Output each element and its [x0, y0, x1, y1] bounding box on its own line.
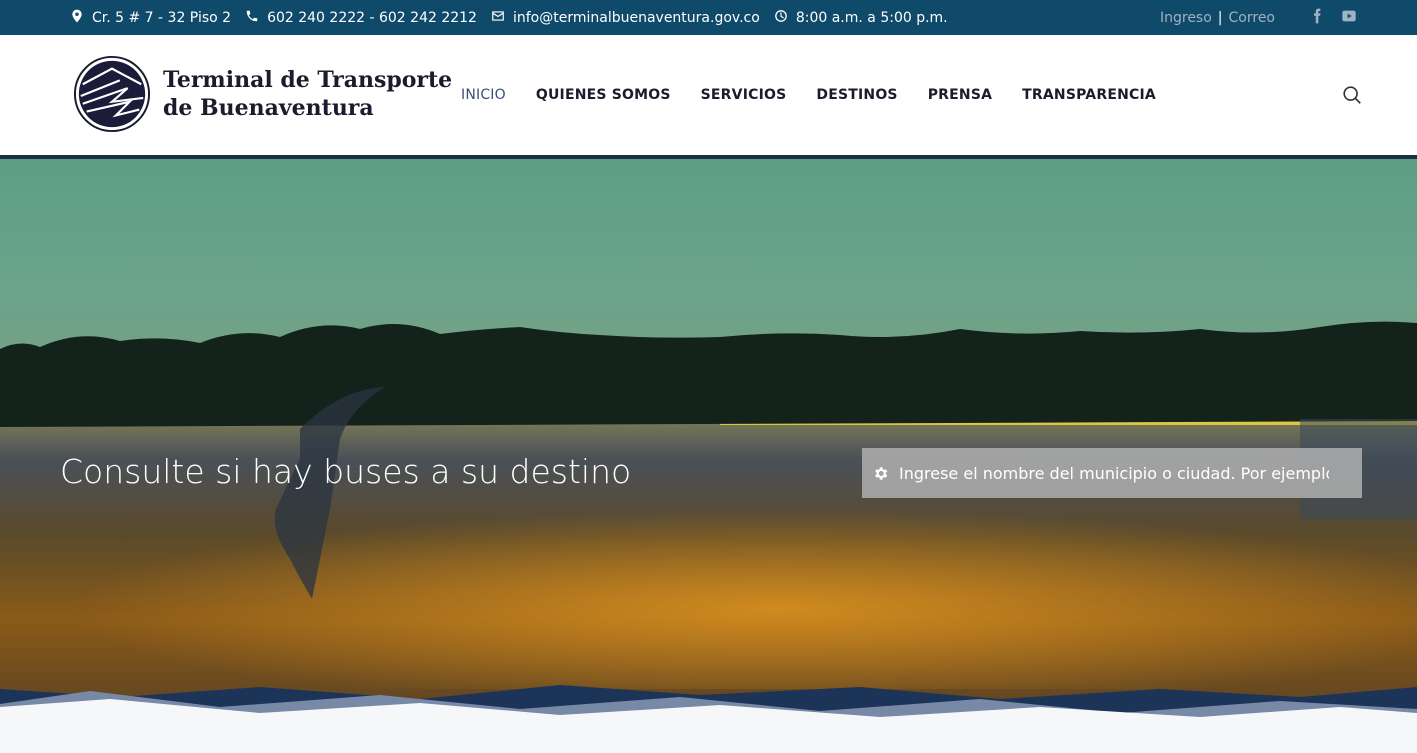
nav-item-servicios[interactable]: SERVICIOS [701, 87, 787, 103]
clock-icon [774, 9, 788, 27]
mail-link[interactable]: Correo [1229, 10, 1275, 26]
email-item[interactable]: info@terminalbuenaventura.gov.co [491, 9, 760, 27]
hero-title: Consulte si hay buses a su destino [60, 452, 632, 491]
facebook-icon[interactable] [1309, 8, 1325, 28]
envelope-icon [491, 9, 505, 27]
link-separator: | [1217, 9, 1223, 26]
main-nav: INICIO QUIENES SOMOS SERVICIOS DESTINOS … [461, 35, 1156, 155]
top-right-links: Ingreso | Correo [1160, 0, 1357, 35]
phone-text: 602 240 2222 - 602 242 2212 [267, 9, 477, 26]
hero-banner: Consulte si hay buses a su destino [0, 159, 1417, 753]
site-logo[interactable]: Terminal de Transporte de Buenaventura [73, 55, 452, 133]
hours-item: 8:00 a.m. a 5:00 p.m. [774, 9, 948, 27]
login-link[interactable]: Ingreso [1160, 10, 1212, 26]
logo-line-2: de Buenaventura [163, 95, 374, 121]
contact-info: Cr. 5 # 7 - 32 Piso 2 602 240 2222 - 602… [70, 0, 948, 35]
search-button[interactable] [1341, 84, 1363, 106]
destination-search-input[interactable] [899, 463, 1329, 483]
search-icon [1343, 86, 1361, 104]
phone-icon [245, 9, 259, 27]
social-links [1309, 8, 1357, 28]
nav-item-prensa[interactable]: PRENSA [928, 87, 992, 103]
youtube-icon[interactable] [1341, 8, 1357, 28]
nav-item-transparencia[interactable]: TRANSPARENCIA [1022, 87, 1156, 103]
destination-search-box[interactable] [862, 448, 1362, 498]
address-item: Cr. 5 # 7 - 32 Piso 2 [70, 9, 231, 27]
top-bar: Cr. 5 # 7 - 32 Piso 2 602 240 2222 - 602… [0, 0, 1417, 35]
map-marker-icon [70, 9, 84, 27]
nav-item-inicio[interactable]: INICIO [461, 87, 506, 103]
email-text[interactable]: info@terminalbuenaventura.gov.co [513, 10, 760, 26]
address-text: Cr. 5 # 7 - 32 Piso 2 [92, 9, 232, 26]
hours-text: 8:00 a.m. a 5:00 p.m. [795, 9, 948, 26]
site-header: Terminal de Transporte de Buenaventura I… [0, 35, 1417, 155]
nav-item-quienes-somos[interactable]: QUIENES SOMOS [536, 87, 671, 103]
terminal-logo-icon [73, 55, 151, 133]
nav-item-destinos[interactable]: DESTINOS [816, 87, 897, 103]
logo-text: Terminal de Transporte de Buenaventura [163, 66, 452, 122]
phone-item: 602 240 2222 - 602 242 2212 [245, 9, 477, 27]
gear-icon [875, 466, 888, 480]
logo-line-1: Terminal de Transporte [163, 67, 453, 93]
